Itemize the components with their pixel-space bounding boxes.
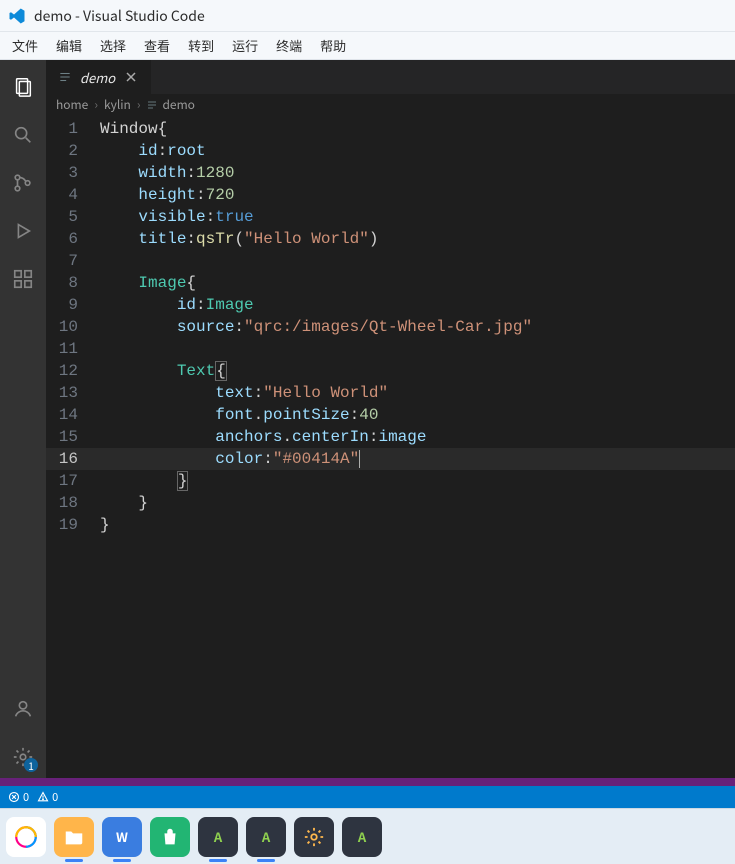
settings-badge: 1 <box>24 758 38 772</box>
status-bar: 0 0 <box>0 786 735 808</box>
errors-count: 0 <box>23 789 29 805</box>
code-line[interactable]: 3 width:1280 <box>46 162 735 184</box>
settings-gear-icon[interactable]: 1 <box>0 736 46 778</box>
taskbar-app-files[interactable] <box>54 817 94 857</box>
activity-bar: 1 <box>0 60 46 778</box>
line-number: 12 <box>46 360 96 382</box>
menu-选择[interactable]: 选择 <box>92 34 134 57</box>
line-number: 18 <box>46 492 96 514</box>
code-line[interactable]: 9 id:Image <box>46 294 735 316</box>
taskbar-app-store[interactable] <box>150 817 190 857</box>
code-line[interactable]: 1Window{ <box>46 118 735 140</box>
taskbar-app-start-menu[interactable] <box>6 817 46 857</box>
accounts-icon[interactable] <box>0 688 46 730</box>
menu-转到[interactable]: 转到 <box>180 34 222 57</box>
search-icon[interactable] <box>0 114 46 156</box>
breadcrumb-home[interactable]: home <box>56 96 88 113</box>
menu-帮助[interactable]: 帮助 <box>312 34 354 57</box>
status-warnings[interactable]: 0 <box>37 789 58 805</box>
line-number: 8 <box>46 272 96 294</box>
line-number: 4 <box>46 184 96 206</box>
code-line[interactable]: 10 source:"qrc:/images/Qt-Wheel-Car.jpg" <box>46 316 735 338</box>
file-icon <box>146 99 158 111</box>
tab-label: demo <box>80 68 115 87</box>
taskbar: WAAA <box>0 808 735 864</box>
source-control-icon[interactable] <box>0 162 46 204</box>
sash-bar[interactable] <box>0 778 735 786</box>
taskbar-app-app-a3[interactable]: A <box>342 817 382 857</box>
line-number: 1 <box>46 118 96 140</box>
line-number: 5 <box>46 206 96 228</box>
line-number: 14 <box>46 404 96 426</box>
taskbar-app-wps[interactable]: W <box>102 817 142 857</box>
code-line[interactable]: 2 id:root <box>46 140 735 162</box>
line-number: 17 <box>46 470 96 492</box>
line-number: 6 <box>46 228 96 250</box>
window-titlebar: demo - Visual Studio Code <box>0 0 735 32</box>
editor-area: demo home › kylin › demo 1Window <box>46 60 735 778</box>
line-number: 19 <box>46 514 96 536</box>
chevron-right-icon: › <box>137 96 141 113</box>
code-line[interactable]: 18 } <box>46 492 735 514</box>
editor-window: 1 demo home › kylin › <box>0 60 735 808</box>
warnings-count: 0 <box>52 789 58 805</box>
code-line[interactable]: 14 font.pointSize:40 <box>46 404 735 426</box>
menu-bar: 文件编辑选择查看转到运行终端帮助 <box>0 32 735 60</box>
code-line[interactable]: 5 visible:true <box>46 206 735 228</box>
tab-demo[interactable]: demo <box>46 60 152 94</box>
code-line[interactable]: 7 <box>46 250 735 272</box>
line-number: 15 <box>46 426 96 448</box>
menu-查看[interactable]: 查看 <box>136 34 178 57</box>
code-line[interactable]: 17 } <box>46 470 735 492</box>
code-line[interactable]: 12 Text{ <box>46 360 735 382</box>
line-number: 7 <box>46 250 96 272</box>
breadcrumb-file[interactable]: demo <box>146 96 194 113</box>
close-tab-icon[interactable] <box>123 69 139 85</box>
line-number: 13 <box>46 382 96 404</box>
code-line[interactable]: 6 title:qsTr("Hello World") <box>46 228 735 250</box>
chevron-right-icon: › <box>94 96 98 113</box>
menu-运行[interactable]: 运行 <box>224 34 266 57</box>
taskbar-app-app-a2[interactable]: A <box>246 817 286 857</box>
status-errors[interactable]: 0 <box>8 789 29 805</box>
line-number: 11 <box>46 338 96 360</box>
taskbar-app-settings[interactable] <box>294 817 334 857</box>
menu-文件[interactable]: 文件 <box>4 34 46 57</box>
menu-编辑[interactable]: 编辑 <box>48 34 90 57</box>
breadcrumb-kylin[interactable]: kylin <box>104 96 131 113</box>
code-line[interactable]: 19} <box>46 514 735 536</box>
code-line[interactable]: 8 Image{ <box>46 272 735 294</box>
taskbar-app-app-a1[interactable]: A <box>198 817 238 857</box>
code-line[interactable]: 13 text:"Hello World" <box>46 382 735 404</box>
menu-终端[interactable]: 终端 <box>268 34 310 57</box>
extensions-icon[interactable] <box>0 258 46 300</box>
line-number: 10 <box>46 316 96 338</box>
vscode-logo-icon <box>8 7 26 25</box>
line-number: 9 <box>46 294 96 316</box>
code-line[interactable]: 11 <box>46 338 735 360</box>
explorer-icon[interactable] <box>0 66 46 108</box>
line-number: 2 <box>46 140 96 162</box>
code-editor[interactable]: 1Window{2 id:root3 width:12804 height:72… <box>46 116 735 778</box>
code-line[interactable]: 15 anchors.centerIn:image <box>46 426 735 448</box>
line-number: 3 <box>46 162 96 184</box>
code-line[interactable]: 4 height:720 <box>46 184 735 206</box>
line-number: 16 <box>46 448 96 470</box>
file-icon <box>58 70 72 84</box>
breadcrumbs[interactable]: home › kylin › demo <box>46 94 735 116</box>
window-title: demo - Visual Studio Code <box>34 6 205 26</box>
editor-tabs: demo <box>46 60 735 94</box>
run-debug-icon[interactable] <box>0 210 46 252</box>
code-line[interactable]: 16 color:"#00414A" <box>46 448 735 470</box>
